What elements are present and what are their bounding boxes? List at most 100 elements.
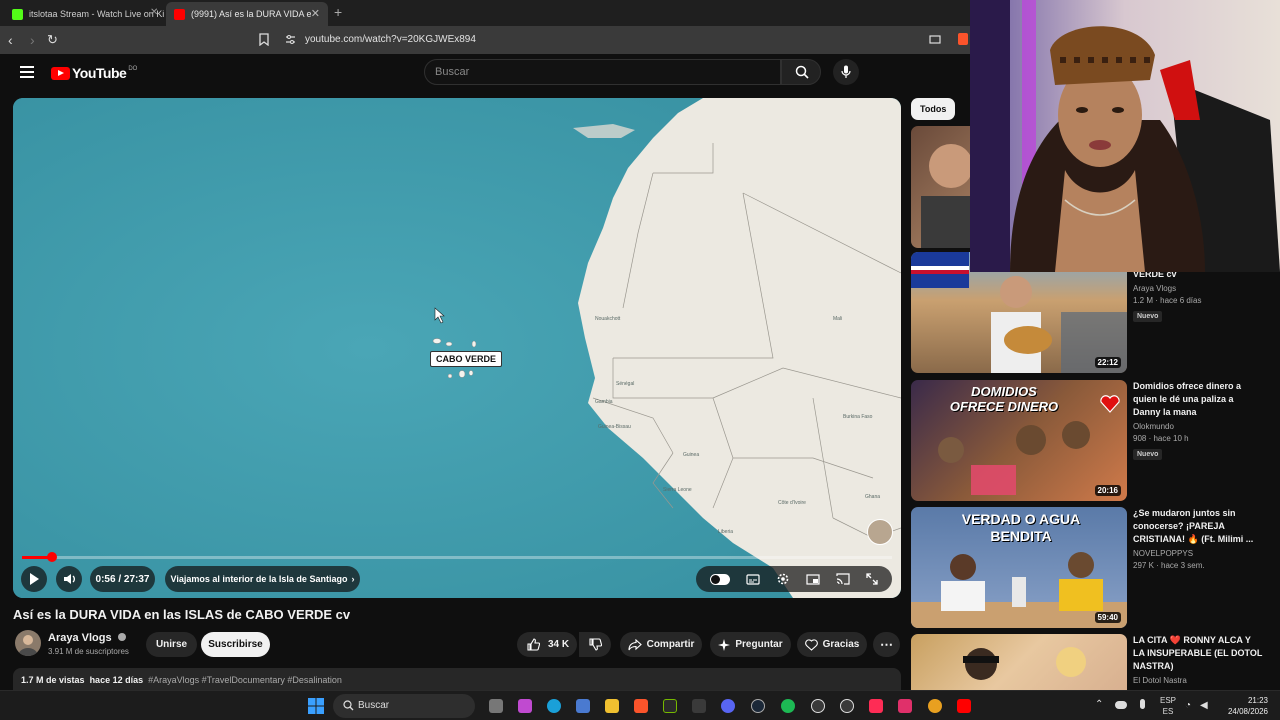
widgets-icon[interactable]	[518, 699, 532, 713]
upload-age: hace 12 días	[89, 675, 144, 685]
chapter-button[interactable]: Viajamos al interior de la Isla de Santi…	[165, 566, 360, 592]
youtube-app-icon[interactable]	[957, 699, 971, 713]
ask-button[interactable]: Preguntar	[710, 632, 791, 657]
reload-icon[interactable]: ↻	[47, 32, 58, 48]
channel-avatar[interactable]	[15, 630, 41, 656]
search-box[interactable]	[424, 59, 781, 85]
language-indicator[interactable]: ESP ES	[1160, 695, 1176, 717]
obs-icon[interactable]	[840, 699, 854, 713]
voice-search-button[interactable]	[833, 59, 859, 85]
volume-icon[interactable]: ◀	[1200, 700, 1208, 711]
chevron-up-icon[interactable]: ⌃	[1095, 699, 1103, 710]
ask-label: Preguntar	[735, 639, 783, 650]
discord-icon[interactable]	[721, 699, 735, 713]
menu-icon[interactable]	[20, 66, 34, 78]
related-video-info[interactable]: VERDE cv Araya Vlogs 1.2 M · hace 6 días…	[1133, 268, 1263, 323]
youtube-logo-text: YouTube	[72, 65, 127, 81]
more-actions-button[interactable]: ⋯	[873, 632, 900, 657]
related-video-channel: Araya Vlogs	[1133, 284, 1177, 293]
video-duration: 59:40	[1094, 612, 1121, 623]
channel-name-text: Araya Vlogs	[48, 632, 112, 644]
video-title: Así es la DURA VIDA en las ISLAS de CABO…	[13, 607, 351, 622]
progress-scrubber[interactable]	[46, 552, 57, 562]
microphone-icon[interactable]	[1140, 699, 1145, 709]
nvidia-icon[interactable]	[663, 699, 677, 713]
brave-shield-icon[interactable]	[958, 33, 968, 45]
thanks-button[interactable]: Gracias	[797, 632, 867, 657]
dislike-button[interactable]	[579, 632, 611, 657]
terminal-icon[interactable]	[692, 699, 706, 713]
file-explorer-icon[interactable]	[605, 699, 619, 713]
settings-gear-icon[interactable]	[776, 572, 790, 586]
subtitles-icon[interactable]	[746, 573, 760, 585]
related-video-channel: NOVELPOPPYS	[1133, 549, 1194, 558]
related-video-info[interactable]: ¿Se mudaron juntos sin conocerse? ¡PAREJ…	[1133, 507, 1263, 570]
edge-icon[interactable]	[547, 699, 561, 713]
volume-button[interactable]	[56, 566, 82, 592]
url-text[interactable]: youtube.com/watch?v=20KGJWEx894	[305, 34, 476, 45]
related-video-title: LA CITA ❤️ RONNY ALCA Y LA INSUPERABLE (…	[1133, 635, 1263, 671]
search-button[interactable]	[781, 59, 821, 85]
windows-start-icon[interactable]	[308, 698, 324, 714]
thumbs-down-icon	[588, 638, 602, 651]
bookmark-icon[interactable]	[259, 33, 269, 46]
play-button[interactable]	[21, 566, 47, 592]
share-button[interactable]: Compartir	[620, 632, 702, 657]
app-icon[interactable]	[898, 699, 912, 713]
progress-bar[interactable]	[22, 552, 892, 562]
miniplayer-icon[interactable]	[806, 573, 820, 585]
video-player[interactable]: Nouakchott Mali Sénégal Gambia Guinea-Bi…	[13, 98, 901, 598]
clock-date: 24/08/2026	[1227, 707, 1268, 716]
task-view-icon[interactable]	[489, 699, 503, 713]
wifi-icon[interactable]: ◔	[1185, 700, 1191, 711]
hashtags[interactable]: #ArayaVlogs #TravelDocumentary #Desalina…	[148, 675, 342, 685]
filter-chip-all[interactable]: Todos	[911, 98, 956, 120]
cast-icon[interactable]	[929, 35, 941, 45]
channel-watermark[interactable]	[867, 519, 893, 545]
related-video-meta: 908 · hace 10 h	[1133, 434, 1189, 443]
spotify-icon[interactable]	[781, 699, 795, 713]
streamer-webcam	[970, 0, 1280, 272]
video-thumbnail[interactable]: VERDAD O AGUA BENDITA 59:40	[911, 507, 1127, 628]
tiktok-icon[interactable]	[869, 699, 883, 713]
clock[interactable]: 21:23 24/08/2026	[1222, 695, 1268, 717]
map-place-label: Sierra Leone	[663, 487, 692, 493]
brave-icon[interactable]	[634, 699, 648, 713]
cast-icon[interactable]	[836, 573, 850, 585]
kick-favicon-icon	[12, 8, 23, 20]
onedrive-icon[interactable]	[1115, 701, 1127, 709]
store-icon[interactable]	[576, 699, 590, 713]
related-video-info[interactable]: Domidios ofrece dinero a quien le dé una…	[1133, 380, 1263, 461]
xbox-icon[interactable]	[811, 699, 825, 713]
steam-icon[interactable]	[751, 699, 765, 713]
channel-name[interactable]: Araya Vlogs	[48, 632, 126, 644]
related-video-channel: El Dotol Nastra	[1133, 676, 1187, 685]
autoplay-toggle[interactable]	[710, 573, 730, 585]
clock-time: 21:23	[1247, 696, 1268, 705]
search-input[interactable]	[425, 60, 780, 84]
tab-kick[interactable]: itslotaa Stream - Watch Live on Kick	[4, 2, 164, 26]
fullscreen-icon[interactable]	[866, 573, 878, 585]
description-box[interactable]: 1.7 M de vistas hace 12 días #ArayaVlogs…	[13, 668, 901, 690]
join-button[interactable]: Unirse	[146, 632, 197, 657]
related-video-info[interactable]: LA CITA ❤️ RONNY ALCA Y LA INSUPERABLE (…	[1133, 634, 1263, 685]
close-tab-icon[interactable]: ✕	[311, 7, 320, 20]
forward-icon[interactable]: ›	[30, 32, 35, 48]
tab-youtube[interactable]: (9991) Así es la DURA VIDA en la ✕	[166, 2, 328, 26]
related-video-meta: 1.2 M · hace 6 días	[1133, 296, 1202, 305]
site-settings-icon[interactable]	[285, 35, 296, 45]
youtube-logo[interactable]: YouTube DO	[51, 65, 137, 81]
more-icon: ⋯	[880, 636, 893, 652]
thanks-label: Gracias	[822, 639, 860, 650]
subscribe-button[interactable]: Suscribirse	[201, 632, 270, 657]
new-tab-button[interactable]: +	[334, 4, 342, 20]
chrome-icon[interactable]	[928, 699, 942, 713]
close-tab-icon[interactable]: ✕	[150, 7, 158, 18]
video-thumbnail[interactable]: DOMIDIOS OFRECE DINERO 20:16	[911, 380, 1127, 501]
share-icon	[628, 638, 642, 650]
like-button[interactable]: 34 K	[517, 632, 577, 657]
video-thumbnail[interactable]	[911, 634, 1127, 690]
video-duration: 20:16	[1094, 485, 1121, 496]
back-icon[interactable]: ‹	[8, 32, 13, 48]
taskbar-search[interactable]: Buscar	[333, 694, 475, 718]
